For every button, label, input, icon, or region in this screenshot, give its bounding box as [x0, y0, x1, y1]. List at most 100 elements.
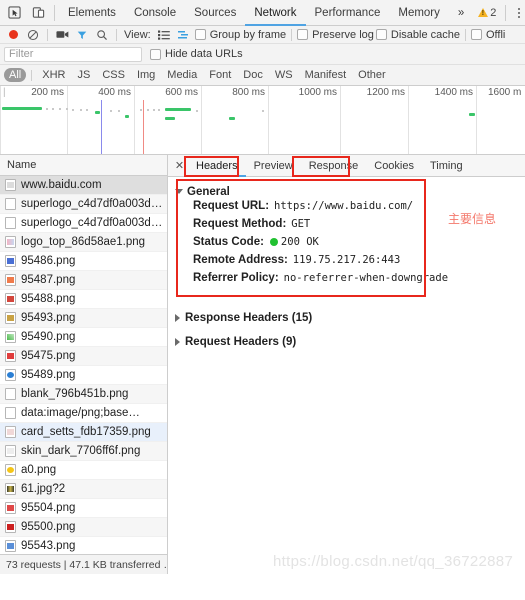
list-item[interactable]: 61.jpg?2: [0, 480, 167, 499]
request-list[interactable]: www.baidu.com superlogo_c4d7df0a003d3db.…: [0, 176, 167, 554]
devtools-tabbar: Elements Console Sources Network Perform…: [0, 0, 525, 26]
list-item[interactable]: blank_796b451b.png: [0, 385, 167, 404]
list-item[interactable]: 95500.png: [0, 518, 167, 537]
capture-screenshots-icon[interactable]: [53, 27, 71, 43]
field-key: Referrer Policy:: [193, 272, 279, 284]
search-icon[interactable]: [93, 27, 111, 43]
field-value: no-referrer-when-downgrade: [283, 272, 449, 284]
panel-tabs: Elements Console Sources Network Perform…: [59, 0, 449, 26]
hide-data-urls-checkbox[interactable]: Hide data URLs: [150, 48, 243, 60]
list-item[interactable]: 95475.png: [0, 347, 167, 366]
type-filter-media[interactable]: Media: [162, 68, 202, 82]
tab-sources[interactable]: Sources: [185, 0, 245, 26]
load-event-marker: [143, 100, 144, 154]
list-item[interactable]: 95486.png: [0, 252, 167, 271]
type-filter-font[interactable]: Font: [204, 68, 236, 82]
response-headers-section[interactable]: Response Headers (15): [168, 306, 525, 330]
overview-bar: [469, 113, 475, 116]
request-name: a0.png: [21, 464, 57, 476]
overview-bar: [165, 108, 191, 111]
type-filter-img[interactable]: Img: [132, 68, 160, 82]
device-toolbar-icon[interactable]: [26, 1, 50, 25]
request-headers-section[interactable]: Request Headers (9): [168, 330, 525, 354]
type-filter-all[interactable]: All: [4, 68, 27, 82]
group-by-frame-checkbox[interactable]: Group by frame: [194, 29, 286, 41]
field-value[interactable]: https://www.baidu.com/: [274, 200, 413, 212]
column-header-name[interactable]: Name: [0, 155, 167, 176]
tab-timing[interactable]: Timing: [422, 155, 471, 177]
tabbar-right-controls: » 2 ✕: [449, 0, 525, 26]
annotation-main-info: 主要信息: [448, 212, 497, 226]
record-button-icon[interactable]: [4, 27, 22, 43]
tick-label-last: 1600 m: [488, 87, 522, 98]
tab-network[interactable]: Network: [245, 0, 305, 26]
tab-response[interactable]: Response: [301, 155, 367, 177]
status-ok-dot-icon: [269, 238, 278, 246]
tab-cookies[interactable]: Cookies: [366, 155, 422, 177]
list-item[interactable]: 95489.png: [0, 366, 167, 385]
checkbox-box: [194, 29, 206, 40]
inspect-element-icon[interactable]: [2, 1, 26, 25]
type-filter-js[interactable]: JS: [72, 68, 95, 82]
image-thumb-icon: [5, 464, 16, 476]
disable-cache-checkbox[interactable]: Disable cache: [375, 29, 460, 41]
chevron-right-icon: [175, 314, 180, 322]
list-item[interactable]: card_setts_fdb17359.png: [0, 423, 167, 442]
request-name: 95487.png: [21, 274, 76, 286]
more-tabs-button[interactable]: »: [449, 0, 473, 26]
type-filter-xhr[interactable]: XHR: [37, 68, 70, 82]
type-filter-other[interactable]: Other: [353, 68, 391, 82]
tab-elements[interactable]: Elements: [59, 0, 125, 26]
panes-container: Name www.baidu.com superlogo_c4d7df0a003…: [0, 155, 525, 574]
general-section-title: General: [187, 185, 230, 198]
clear-icon[interactable]: [24, 27, 42, 43]
blank-file-icon: [5, 388, 16, 400]
type-filter-css[interactable]: CSS: [97, 68, 130, 82]
field-value: 200 OK: [269, 236, 319, 248]
filter-icon[interactable]: [73, 27, 91, 43]
tick-label: 600 ms: [165, 87, 198, 98]
tick-label: 1400 ms: [434, 87, 473, 98]
type-filter-ws[interactable]: WS: [270, 68, 298, 82]
list-item[interactable]: skin_dark_7706ff6f.png: [0, 442, 167, 461]
image-thumb-icon: [5, 331, 16, 343]
list-item[interactable]: a0.png: [0, 461, 167, 480]
list-item[interactable]: superlogo_c4d7df0a003d3db...: [0, 195, 167, 214]
list-item[interactable]: data:image/png;base…: [0, 404, 167, 423]
tab-headers[interactable]: Headers: [188, 155, 246, 177]
list-item[interactable]: 95493.png: [0, 309, 167, 328]
request-name: 95504.png: [21, 502, 76, 514]
tick-label: 1200 ms: [366, 87, 405, 98]
list-item[interactable]: www.baidu.com: [0, 176, 167, 195]
list-item[interactable]: 95504.png: [0, 499, 167, 518]
image-thumb-icon: [5, 312, 16, 324]
warning-count: 2: [490, 6, 497, 19]
tab-memory[interactable]: Memory: [389, 0, 449, 26]
offline-checkbox[interactable]: Offli: [470, 29, 505, 41]
blank-file-icon: [5, 198, 16, 210]
waterfall-view-icon[interactable]: [175, 27, 193, 43]
kebab-menu-icon[interactable]: [510, 1, 525, 25]
list-view-icon[interactable]: [155, 27, 173, 43]
list-item[interactable]: 95543.png: [0, 537, 167, 554]
image-thumb-icon: [5, 236, 16, 248]
general-section-header[interactable]: General: [168, 183, 525, 200]
list-item[interactable]: logo_top_86d58ae1.png: [0, 233, 167, 252]
tick-label: 1000 ms: [298, 87, 337, 98]
tab-preview[interactable]: Preview: [246, 155, 301, 177]
list-item[interactable]: 95490.png: [0, 328, 167, 347]
right-divider: [505, 4, 507, 21]
tab-console[interactable]: Console: [125, 0, 185, 26]
tab-performance[interactable]: Performance: [306, 0, 390, 26]
list-item[interactable]: 95488.png: [0, 290, 167, 309]
list-item[interactable]: superlogo_c4d7df0a003d3db...: [0, 214, 167, 233]
filter-input[interactable]: Filter: [4, 46, 142, 62]
timeline-tick: 800 ms: [232, 86, 269, 154]
type-filter-manifest[interactable]: Manifest: [300, 68, 352, 82]
preserve-log-checkbox[interactable]: Preserve log: [297, 29, 374, 41]
list-item[interactable]: 95487.png: [0, 271, 167, 290]
close-tab-icon[interactable]: ✕: [171, 159, 188, 172]
type-filter-doc[interactable]: Doc: [238, 68, 268, 82]
warning-indicator[interactable]: 2: [473, 7, 501, 19]
network-overview-timeline[interactable]: | 200 ms 400 ms 600 ms 800 ms 1000 ms 12…: [0, 86, 525, 155]
